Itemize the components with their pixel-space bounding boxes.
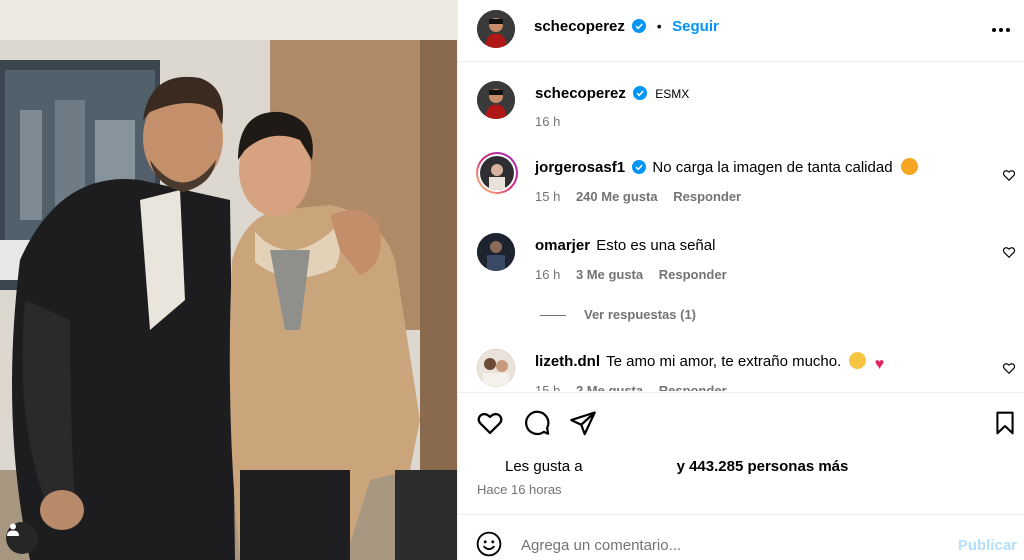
share-icon[interactable] [569, 409, 597, 437]
action-bar [458, 392, 1024, 452]
caption-time: 16 h [535, 114, 561, 129]
comment-item: lizeth.dnl Te amo mi amor, te extraño mu… [476, 349, 1016, 391]
publish-button[interactable]: Publicar [958, 537, 1017, 554]
author-username[interactable]: schecoperez [534, 18, 625, 35]
verified-badge-icon [632, 19, 647, 33]
bookmark-icon[interactable] [992, 409, 1018, 437]
heart-icon[interactable] [1002, 361, 1016, 375]
view-replies-label: Ver respuestas (1) [584, 307, 697, 322]
tag-user-icon [7, 523, 19, 536]
comment-username[interactable]: lizeth.dnl [535, 353, 600, 370]
follow-button[interactable]: Seguir [672, 18, 719, 35]
comment-likes[interactable]: 3 Me gusta [576, 267, 643, 282]
reply-button[interactable]: Responder [673, 189, 741, 204]
post-timestamp: Hace 16 horas [477, 482, 562, 497]
comment-avatar[interactable] [477, 233, 515, 271]
heart-icon[interactable] [1002, 245, 1016, 259]
post-header: schecoperez • Seguir [458, 0, 1024, 62]
comment-likes[interactable]: 240 Me gusta [576, 189, 658, 204]
comment-likes[interactable]: 2 Me gusta [576, 383, 643, 391]
separator-dot: • [656, 18, 662, 34]
reply-button[interactable]: Responder [659, 267, 727, 282]
comment-username[interactable]: omarjer [535, 237, 590, 254]
verified-badge-icon [632, 160, 647, 174]
pleading-face-emoji [849, 352, 867, 369]
likes-count[interactable]: y 443.285 personas más [677, 458, 849, 475]
reply-button[interactable]: Responder [659, 383, 727, 391]
caption-row: schecoperez ESMX 16 h [476, 81, 1016, 131]
emoji-icon[interactable] [476, 531, 502, 557]
comment-username[interactable]: jorgerosasf1 [535, 159, 625, 176]
caption-avatar[interactable] [477, 81, 515, 119]
author-avatar[interactable] [477, 10, 515, 48]
comment-text: Te amo mi amor, te extraño mucho. [606, 353, 842, 370]
comment-time: 15 h [535, 189, 561, 204]
comments-list[interactable]: schecoperez ESMX 16 h jorgerosasf1 No ca… [458, 63, 1024, 391]
photo-illustration [0, 0, 457, 560]
tag-user-button[interactable] [6, 522, 38, 554]
more-options-icon[interactable] [989, 18, 1013, 42]
comment-avatar[interactable] [477, 349, 515, 387]
heart-eyes-cat-emoji [900, 158, 918, 175]
comment-text: No carga la imagen de tanta calidad [652, 159, 893, 176]
post-photo[interactable] [0, 0, 457, 560]
caption-username[interactable]: schecoperez [535, 85, 626, 102]
comment-text: Esto es una señal [596, 237, 716, 254]
comment-icon[interactable] [523, 409, 551, 437]
replies-divider [540, 315, 566, 317]
comment-item: jorgerosasf1 No carga la imagen de tanta… [476, 152, 1016, 213]
post-side-panel: schecoperez • Seguir schecoperez ESMX 16… [457, 0, 1024, 560]
likes-summary[interactable]: Les gusta a y 443.285 personas más [505, 458, 848, 475]
red-heart-emoji: ♥ [874, 356, 885, 373]
view-replies-button[interactable]: Ver respuestas (1) [540, 307, 696, 322]
verified-badge-icon [633, 86, 648, 100]
comment-time: 15 h [535, 383, 561, 391]
heart-icon[interactable] [1002, 168, 1016, 182]
comment-time: 16 h [535, 267, 561, 282]
comment-item: omarjer Esto es una señal 16 h 3 Me gust… [476, 233, 1016, 293]
likes-prefix: Les gusta a [505, 458, 583, 475]
caption-text: ESMX [655, 87, 690, 101]
comment-input[interactable] [521, 534, 941, 556]
comment-composer: Publicar [458, 514, 1024, 560]
like-heart-icon[interactable] [476, 409, 504, 437]
comment-avatar[interactable] [476, 152, 518, 194]
